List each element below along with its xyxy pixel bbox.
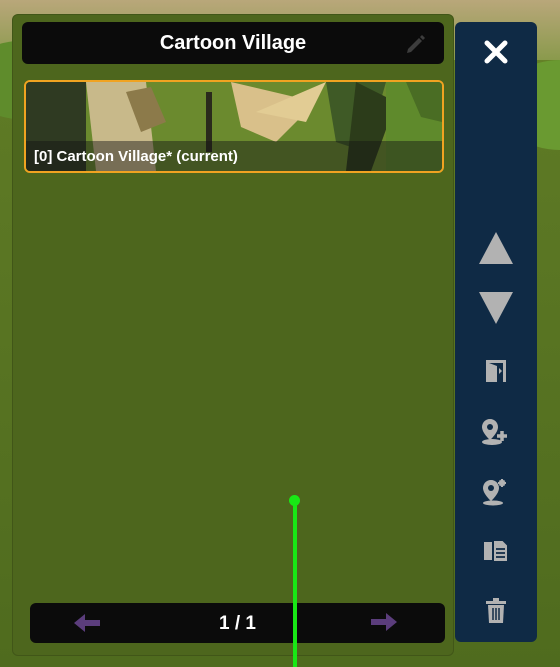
location-settings-button[interactable] bbox=[455, 478, 537, 506]
add-location-button[interactable] bbox=[455, 418, 537, 446]
laser-pointer-dot bbox=[289, 495, 300, 506]
scene-toolbar bbox=[455, 22, 537, 642]
panel-title: Cartoon Village bbox=[159, 31, 307, 54]
duplicate-icon bbox=[484, 539, 509, 563]
move-up-button[interactable] bbox=[455, 230, 537, 266]
duplicate-button[interactable] bbox=[455, 538, 537, 564]
move-down-icon bbox=[479, 292, 513, 324]
scene-list-item[interactable]: [0] Cartoon Village* (current) bbox=[24, 80, 444, 173]
laser-pointer-line bbox=[293, 500, 297, 667]
move-down-button[interactable] bbox=[455, 290, 537, 326]
pagination-bar: 1 / 1 bbox=[30, 603, 445, 643]
title-bar: Cartoon Village bbox=[22, 22, 444, 64]
edit-icon[interactable] bbox=[404, 31, 428, 55]
location-settings-icon bbox=[483, 479, 506, 506]
delete-button[interactable] bbox=[455, 598, 537, 624]
enter-scene-button[interactable] bbox=[455, 358, 537, 384]
door-exit-icon bbox=[486, 360, 506, 382]
move-up-icon bbox=[479, 232, 513, 264]
scene-label: [0] Cartoon Village* (current) bbox=[26, 141, 442, 171]
trash-icon bbox=[486, 598, 506, 623]
add-location-icon bbox=[482, 419, 507, 445]
close-icon bbox=[484, 40, 508, 64]
close-button[interactable] bbox=[455, 39, 537, 65]
arrow-right-icon[interactable] bbox=[369, 612, 397, 632]
